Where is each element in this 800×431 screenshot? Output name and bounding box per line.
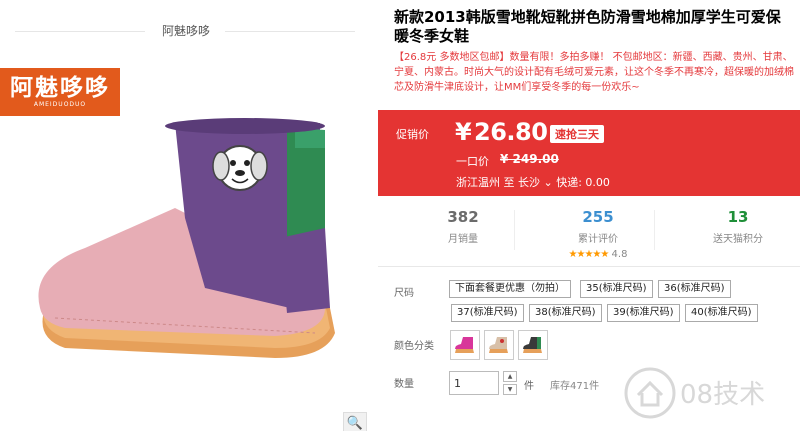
magnifier-icon: 🔍 [346, 415, 364, 431]
zoom-button[interactable]: 🔍 [343, 412, 367, 431]
promo-price-label: 促销价 [396, 128, 429, 141]
delivery-fee: 快递: 0.00 [556, 176, 610, 189]
promo-price: 26.80 [474, 118, 548, 146]
ship-from: 浙江温州 [456, 176, 500, 189]
stat-reviews[interactable]: 255 累计评价 ★★★★★ 4.8 [538, 208, 658, 260]
product-title: 新款2013韩版雪地靴短靴拼色防滑雪地棉加厚学生可爱保暖冬季女鞋 [394, 8, 781, 45]
watermark: 08技术 [620, 355, 800, 425]
size-option[interactable]: 35(标准尺码) [580, 280, 653, 298]
stock-count: 库存471件 [550, 381, 600, 392]
size-option[interactable]: 下面套餐更优惠（勿拍） [449, 280, 571, 298]
ship-to-select[interactable]: 长沙 ⌄ [518, 176, 553, 189]
color-option-dark[interactable] [518, 330, 548, 360]
size-option[interactable]: 37(标准尺码) [451, 304, 524, 322]
rating-stars: ★★★★★ [568, 249, 610, 260]
quantity-unit: 件 [524, 381, 534, 392]
quantity-decrease-button[interactable]: ▼ [503, 384, 517, 395]
stats-bar: 382 月销量 255 累计评价 ★★★★★ 4.8 13 送天猫积分 [378, 196, 800, 266]
quantity-input[interactable]: 1 [449, 371, 499, 395]
price-box: 促销价 ¥ 26.80 速抢三天 一口价 ¥ 249.00 浙江温州 至 长沙 … [378, 110, 800, 196]
rating-value: 4.8 [611, 249, 628, 260]
watermark-text: 08技术 [680, 380, 765, 410]
orig-price: ¥ 249.00 [500, 152, 559, 166]
product-subtitle: 【26.8元 多数地区包邮】数量有限！多拍多赚！ 不包邮地区：新疆、西藏、贵州、… [394, 52, 794, 93]
promo-tag: 速抢三天 [550, 125, 604, 143]
quantity-label: 数量 [394, 379, 414, 390]
color-label: 颜色分类 [394, 341, 434, 352]
stat-points: 13 送天猫积分 [678, 208, 798, 245]
review-count: 255 [582, 208, 614, 226]
points-label: 送天猫积分 [713, 234, 763, 245]
orig-price-label: 一口价 [456, 155, 489, 168]
review-label: 累计评价 [578, 234, 618, 245]
sales-count: 382 [447, 208, 479, 226]
quantity-increase-button[interactable]: ▲ [503, 371, 517, 382]
chevron-up-icon: ▲ [507, 373, 513, 380]
color-option-beige[interactable] [484, 330, 514, 360]
ship-to-city: 长沙 [518, 176, 540, 189]
shipping-info: 浙江温州 至 长沙 ⌄ 快递: 0.00 [456, 174, 610, 190]
ship-to-word: 至 [503, 176, 515, 189]
chevron-down-icon: ⌄ [543, 176, 553, 189]
size-option[interactable]: 39(标准尺码) [607, 304, 680, 322]
rating-row: ★★★★★ 4.8 [538, 249, 658, 260]
size-option[interactable]: 40(标准尺码) [685, 304, 758, 322]
product-image-panel: 阿魅哆哆 阿魅哆哆 AMEIDUODUO 🔍 [0, 0, 372, 431]
points-count: 13 [727, 208, 749, 226]
size-label: 尺码 [394, 288, 414, 299]
shop-name[interactable]: 阿魅哆哆 [0, 22, 372, 39]
sales-label: 月销量 [448, 234, 478, 245]
color-option-pink[interactable] [450, 330, 480, 360]
product-main-image[interactable] [25, 108, 355, 380]
brand-logo-text: 阿魅哆哆 [10, 74, 110, 101]
currency-symbol: ¥ [455, 118, 472, 146]
size-option[interactable]: 36(标准尺码) [658, 280, 731, 298]
chevron-down-icon: ▼ [507, 386, 513, 393]
size-option[interactable]: 38(标准尺码) [529, 304, 602, 322]
stat-sales: 382 月销量 [403, 208, 523, 245]
